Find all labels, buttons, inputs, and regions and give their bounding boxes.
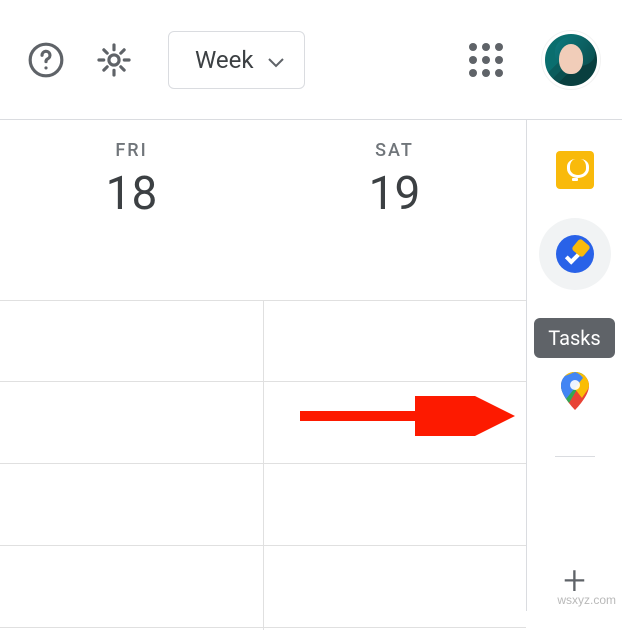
calendar-grid[interactable] [0, 300, 526, 630]
day-column-fri[interactable]: FRI 18 [0, 120, 263, 280]
day-name: SAT [263, 140, 526, 161]
panel-divider [555, 456, 595, 457]
day-name: FRI [0, 140, 263, 161]
tasks-tooltip: Tasks [534, 318, 615, 358]
watermark: wsxyz.com [557, 593, 616, 607]
day-headers: FRI 18 SAT 19 [0, 120, 526, 280]
topbar: Week [0, 0, 622, 120]
day-column-sat[interactable]: SAT 19 [263, 120, 526, 280]
side-panel: Tasks + [526, 120, 622, 611]
view-selector[interactable]: Week [168, 31, 305, 89]
account-avatar[interactable] [542, 31, 600, 89]
tasks-button[interactable] [539, 218, 611, 290]
maps-button[interactable] [561, 372, 589, 410]
keep-icon [556, 151, 594, 189]
content: FRI 18 SAT 19 [0, 120, 622, 611]
view-selector-label: Week [195, 46, 254, 74]
calendar-area: FRI 18 SAT 19 [0, 120, 526, 611]
caret-down-icon [268, 46, 284, 74]
settings-gear-icon[interactable] [90, 36, 138, 84]
keep-button[interactable] [555, 150, 595, 190]
google-apps-icon[interactable] [462, 36, 510, 84]
help-icon[interactable] [22, 36, 70, 84]
day-number: 19 [263, 167, 526, 221]
day-number: 18 [0, 167, 263, 221]
tasks-icon [556, 235, 594, 273]
